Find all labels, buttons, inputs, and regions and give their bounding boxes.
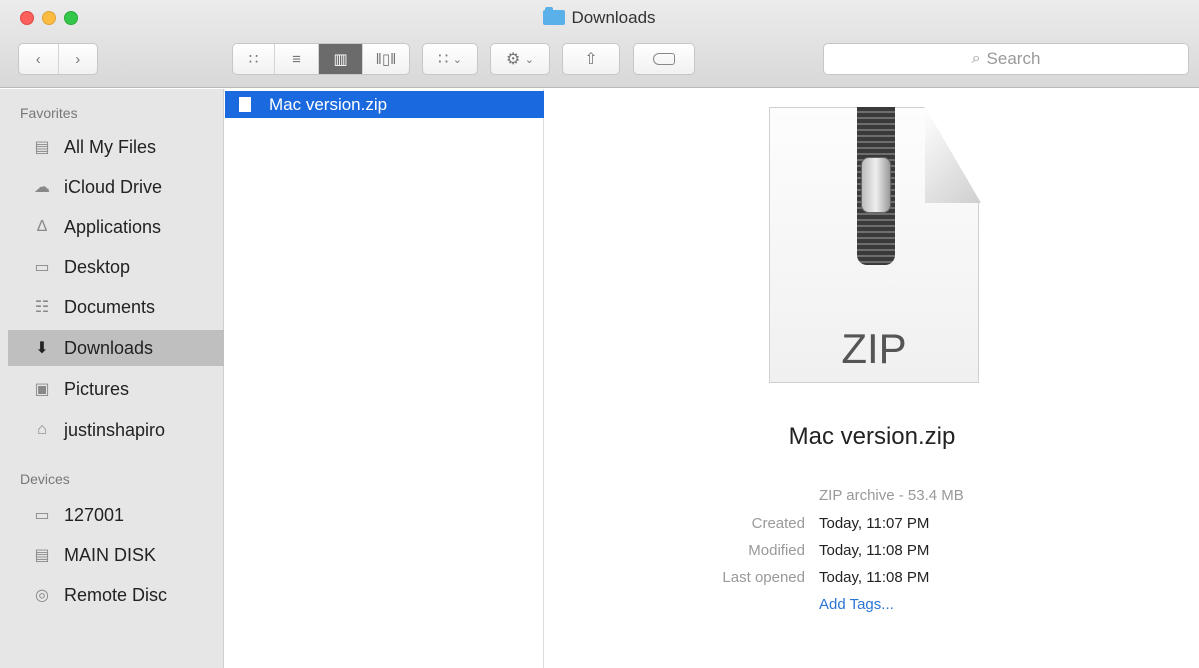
tag-icon bbox=[653, 53, 675, 65]
downloads-icon: ⬇ bbox=[35, 340, 49, 357]
back-button[interactable]: ‹ bbox=[19, 44, 59, 74]
sidebar-item-label: MAIN DISK bbox=[64, 544, 157, 565]
zip-icon-label: ZIP bbox=[841, 325, 907, 372]
window-title-text: Downloads bbox=[571, 8, 656, 27]
add-tags-link[interactable]: Add Tags... bbox=[819, 596, 894, 613]
list-view-icon: ≡ bbox=[292, 50, 301, 68]
sidebar-item-all-my-files[interactable]: ▤ All My Files bbox=[8, 129, 224, 165]
folder-icon bbox=[543, 7, 566, 25]
created-value: Today, 11:07 PM bbox=[819, 515, 930, 532]
documents-icon: ☷ bbox=[34, 299, 50, 316]
optical-disc-icon: ◎ bbox=[35, 587, 49, 604]
icon-view-button[interactable]: ∷ bbox=[233, 44, 275, 74]
search-placeholder: Search bbox=[986, 49, 1041, 68]
sidebar-item-desktop[interactable]: ▭ Desktop bbox=[8, 249, 224, 285]
list-view-button[interactable]: ≡ bbox=[275, 44, 319, 74]
cover-flow-icon: ‖▯‖ bbox=[375, 51, 397, 68]
sidebar-item-label: Pictures bbox=[64, 378, 130, 399]
chevron-right-icon: › bbox=[75, 50, 81, 68]
modified-label: Modified bbox=[748, 542, 805, 559]
preview-kind-size: ZIP archive - 53.4 MB bbox=[819, 487, 964, 504]
sidebar-item-pictures[interactable]: ▣ Pictures bbox=[8, 371, 224, 407]
sidebar-item-127001[interactable]: ▭ 127001 bbox=[8, 497, 224, 533]
sidebar-item-label: Remote Disc bbox=[64, 584, 168, 605]
chevron-down-icon: ⌄ bbox=[524, 53, 534, 66]
disk-icon: ▤ bbox=[34, 547, 50, 564]
gear-icon: ⚙ bbox=[505, 51, 521, 68]
sidebar-item-applications[interactable]: ∆ Applications bbox=[8, 209, 224, 245]
search-field[interactable]: ⌕ Search bbox=[823, 43, 1189, 75]
share-button[interactable]: ⇧ bbox=[562, 43, 620, 75]
preview-pane: ZIP Mac version.zip ZIP archive - 53.4 M… bbox=[545, 89, 1199, 668]
file-column: Mac version.zip bbox=[225, 89, 544, 668]
sidebar-item-main-disk[interactable]: ▤ MAIN DISK bbox=[8, 537, 224, 573]
last-opened-value: Today, 11:08 PM bbox=[819, 569, 930, 586]
sidebar-item-label: Documents bbox=[64, 296, 156, 317]
icon-view-icon: ∷ bbox=[248, 51, 259, 68]
column-view-button[interactable]: ▥ bbox=[319, 44, 363, 74]
created-label: Created bbox=[751, 515, 805, 532]
sidebar-item-label: Desktop bbox=[64, 256, 131, 277]
desktop-icon: ▭ bbox=[34, 259, 50, 276]
sidebar-item-label: Downloads bbox=[64, 337, 154, 358]
view-mode-control: ∷ ≡ ▥ ‖▯‖ bbox=[232, 43, 410, 75]
favorites-heading: Favorites bbox=[20, 105, 78, 121]
action-button[interactable]: ⚙ ⌄ bbox=[490, 43, 550, 75]
tags-button[interactable] bbox=[633, 43, 695, 75]
zipper-pull-icon bbox=[861, 157, 891, 213]
arrange-button[interactable]: ∷ ⌄ bbox=[422, 43, 478, 75]
window-title: Downloads bbox=[0, 7, 1199, 28]
zip-file-icon bbox=[239, 97, 251, 112]
page-fold-icon bbox=[925, 107, 981, 203]
sidebar-item-label: Applications bbox=[64, 216, 162, 237]
cloud-icon: ☁ bbox=[34, 179, 50, 196]
devices-heading: Devices bbox=[20, 471, 70, 487]
applications-icon: ∆ bbox=[37, 218, 47, 235]
modified-value: Today, 11:08 PM bbox=[819, 542, 930, 559]
sidebar-item-label: justinshapiro bbox=[64, 419, 166, 440]
home-icon: ⌂ bbox=[37, 421, 47, 438]
all-files-icon: ▤ bbox=[34, 139, 50, 156]
sidebar-item-remote-disc[interactable]: ◎ Remote Disc bbox=[8, 577, 224, 613]
file-row-selected[interactable]: Mac version.zip bbox=[225, 91, 544, 118]
camera-icon: ▣ bbox=[34, 381, 50, 398]
cover-flow-view-button[interactable]: ‖▯‖ bbox=[363, 44, 409, 74]
sidebar-item-icloud-drive[interactable]: ☁ iCloud Drive bbox=[8, 169, 224, 205]
toolbar: Downloads ‹ › ∷ ≡ ▥ ‖▯‖ ∷ ⌄ ⚙ ⌄ ⇧ ⌕ Sear… bbox=[0, 0, 1199, 88]
sidebar-item-label: iCloud Drive bbox=[64, 176, 163, 197]
sidebar-item-downloads[interactable]: ⬇ Downloads bbox=[8, 330, 224, 366]
share-icon: ⇧ bbox=[584, 51, 598, 68]
chevron-left-icon: ‹ bbox=[35, 50, 41, 68]
forward-button[interactable]: › bbox=[59, 44, 98, 74]
preview-file-name: Mac version.zip bbox=[788, 423, 956, 450]
search-icon: ⌕ bbox=[971, 50, 981, 67]
chevron-down-icon: ⌄ bbox=[452, 53, 462, 66]
column-view-icon: ▥ bbox=[333, 51, 348, 68]
laptop-icon: ▭ bbox=[34, 507, 50, 524]
last-opened-label: Last opened bbox=[722, 569, 805, 586]
sidebar-item-label: 127001 bbox=[64, 504, 125, 525]
sidebar-item-label: All My Files bbox=[64, 136, 157, 157]
arrange-icon: ∷ bbox=[438, 51, 449, 68]
back-forward-control: ‹ › bbox=[18, 43, 98, 75]
finder-window: Downloads ‹ › ∷ ≡ ▥ ‖▯‖ ∷ ⌄ ⚙ ⌄ ⇧ ⌕ Sear… bbox=[0, 0, 1199, 668]
file-name: Mac version.zip bbox=[269, 94, 388, 114]
sidebar-item-home[interactable]: ⌂ justinshapiro bbox=[8, 412, 224, 448]
sidebar-item-documents[interactable]: ☷ Documents bbox=[8, 289, 224, 325]
sidebar: Favorites ▤ All My Files ☁ iCloud Drive … bbox=[0, 89, 224, 668]
